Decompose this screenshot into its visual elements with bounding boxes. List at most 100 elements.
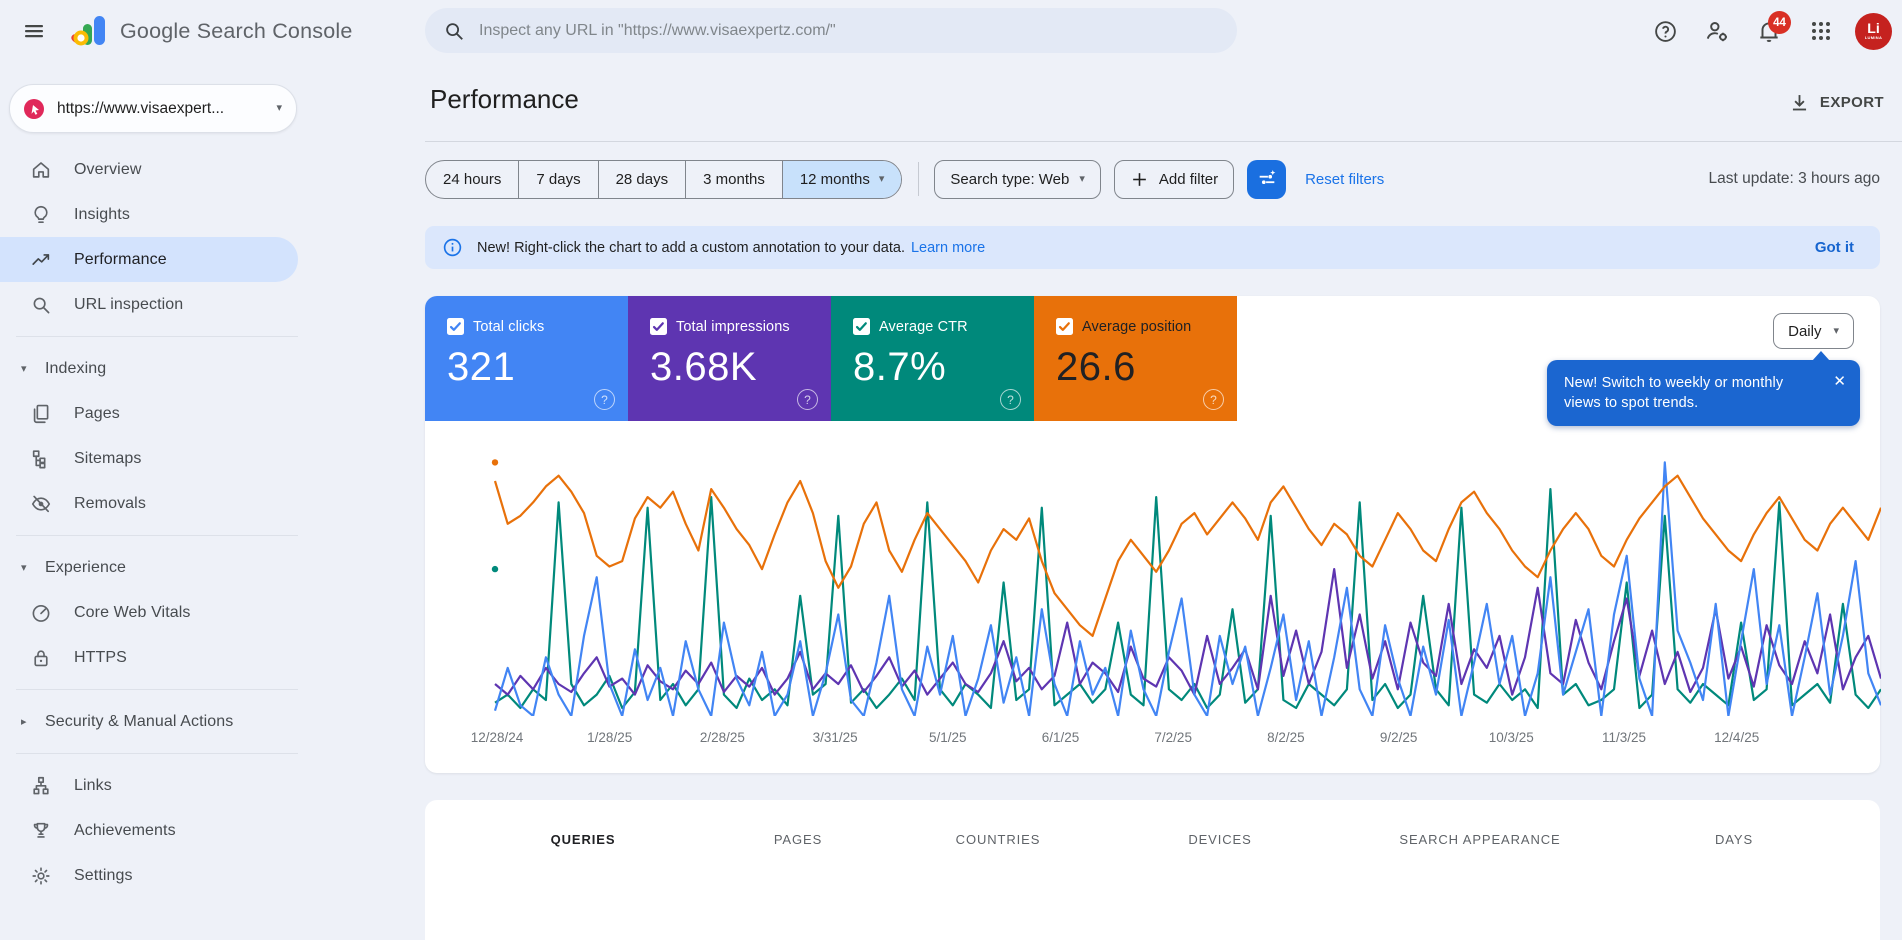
gauge-icon bbox=[32, 604, 50, 622]
date-range-3-months[interactable]: 3 months bbox=[685, 160, 782, 198]
property-selector[interactable]: https://www.visaexpert... ▾ bbox=[9, 84, 297, 133]
url-inspection-searchbox[interactable]: Inspect any URL in "https://www.visaexpe… bbox=[425, 8, 1237, 53]
property-favicon bbox=[24, 98, 44, 119]
x-axis-tick: 8/2/25 bbox=[1267, 730, 1305, 745]
notifications-button[interactable]: 44 bbox=[1747, 9, 1791, 53]
tab-pages[interactable]: PAGES bbox=[770, 824, 826, 855]
metric-card-total-impressions[interactable]: Total impressions 3.68K? bbox=[628, 296, 831, 421]
sidebar-item-label: Core Web Vitals bbox=[74, 603, 191, 621]
filter-row: 24 hours 7 days 28 days 3 months 12 months ▾ … bbox=[425, 159, 1880, 199]
granularity-selector[interactable]: Daily ▾ bbox=[1773, 313, 1854, 349]
sidebar-item-overview[interactable]: Overview bbox=[0, 147, 300, 192]
add-filter-button[interactable]: Add filter bbox=[1113, 159, 1235, 199]
tab-days[interactable]: DAYS bbox=[1711, 824, 1757, 855]
sidebar: https://www.visaexpert... ▾ Overview Insi… bbox=[0, 62, 300, 885]
sidebar-item-settings[interactable]: Settings bbox=[0, 853, 300, 898]
x-axis-tick: 12/28/24 bbox=[470, 730, 524, 745]
tab-queries[interactable]: QUERIES bbox=[547, 824, 620, 855]
plus-icon bbox=[1133, 172, 1146, 186]
metric-cards: Total clicks 321? Total impressions 3.68K? A… bbox=[425, 296, 1237, 421]
sidebar-item-label: HTTPS bbox=[74, 648, 127, 666]
chevron-down-icon: ▾ bbox=[878, 172, 885, 185]
search-type-filter[interactable]: Search type: Web ▾ bbox=[934, 159, 1101, 199]
lightbulb-icon bbox=[34, 205, 48, 223]
metric-value: 3.68K bbox=[650, 345, 758, 389]
sidebar-item-security-manual-actions[interactable]: ▸ Security & Manual Actions bbox=[0, 699, 300, 744]
metric-card-total-clicks[interactable]: Total clicks 321? bbox=[425, 296, 628, 421]
sidebar-item-insights[interactable]: Insights bbox=[0, 192, 300, 237]
x-axis-tick: 2/28/25 bbox=[699, 730, 745, 745]
tab-search-appearance[interactable]: SEARCH APPEARANCE bbox=[1395, 824, 1564, 855]
date-range-segmented-control: 24 hours 7 days 28 days 3 months 12 months ▾ bbox=[425, 159, 903, 199]
sidebar-divider bbox=[16, 336, 298, 337]
sidebar-item-label: Security & Manual Actions bbox=[45, 712, 234, 730]
product-title: Google Search Console bbox=[120, 18, 353, 43]
sidebar-item-pages[interactable]: Pages bbox=[0, 391, 300, 436]
performance-line-chart[interactable] bbox=[435, 449, 1881, 716]
gear-icon bbox=[32, 866, 50, 885]
checked-checkbox[interactable] bbox=[447, 318, 464, 335]
sidebar-item-links[interactable]: Links bbox=[0, 763, 300, 808]
metric-value: 26.6 bbox=[1056, 345, 1136, 389]
tooltip-close-icon[interactable]: ✕ bbox=[1833, 373, 1846, 413]
metric-label: Average CTR bbox=[879, 318, 968, 335]
smart-filters-button[interactable] bbox=[1247, 159, 1287, 199]
metric-help-icon[interactable]: ? bbox=[1000, 389, 1021, 410]
checked-checkbox[interactable] bbox=[1056, 318, 1073, 335]
date-range-24-hours[interactable]: 24 hours bbox=[426, 161, 518, 198]
reset-filters-link[interactable]: Reset filters bbox=[1305, 171, 1384, 188]
metric-card-average-ctr[interactable]: Average CTR 8.7%? bbox=[831, 296, 1034, 421]
sidebar-item-performance[interactable]: Performance bbox=[0, 237, 298, 282]
sidebar-item-label: Insights bbox=[74, 205, 130, 223]
x-axis-tick: 7/2/25 bbox=[1154, 730, 1192, 745]
date-range-7-days[interactable]: 7 days bbox=[518, 160, 597, 198]
chevron-down-icon: ▾ bbox=[1079, 172, 1085, 185]
metric-help-icon[interactable]: ? bbox=[594, 389, 615, 410]
metric-card-average-position[interactable]: Average position 26.6? bbox=[1034, 296, 1237, 421]
sidebar-item-label: URL inspection bbox=[74, 295, 184, 313]
help-icon bbox=[1654, 20, 1676, 42]
sidebar-item-removals[interactable]: Removals bbox=[0, 481, 300, 526]
x-axis-tick: 1/28/25 bbox=[587, 730, 633, 745]
sidebar-item-achievements[interactable]: Achievements bbox=[0, 808, 300, 853]
sidebar-item-indexing[interactable]: ▾ Indexing bbox=[0, 346, 300, 391]
x-axis-tick: 12/4/25 bbox=[1714, 730, 1760, 745]
got-it-button[interactable]: Got it bbox=[1815, 239, 1854, 256]
tab-devices[interactable]: DEVICES bbox=[1184, 824, 1255, 855]
sidebar-item-core-web-vitals[interactable]: Core Web Vitals bbox=[0, 590, 300, 635]
notification-count-badge: 44 bbox=[1768, 11, 1791, 34]
sidebar-item-label: Indexing bbox=[45, 359, 107, 377]
google-apps-button[interactable] bbox=[1799, 9, 1843, 53]
help-button[interactable] bbox=[1643, 9, 1687, 53]
x-axis-tick: 6/1/25 bbox=[1041, 730, 1080, 745]
sidebar-item-https[interactable]: HTTPS bbox=[0, 635, 300, 680]
trending-up-icon bbox=[32, 253, 50, 265]
metric-help-icon[interactable]: ? bbox=[797, 389, 818, 410]
date-range-28-days[interactable]: 28 days bbox=[597, 160, 686, 198]
lock-icon bbox=[34, 649, 48, 666]
account-avatar[interactable]: Li LUMINA bbox=[1855, 12, 1892, 50]
checked-checkbox[interactable] bbox=[650, 318, 667, 335]
sidebar-item-url-inspection[interactable]: URL inspection bbox=[0, 282, 300, 327]
sidebar-item-label: Achievements bbox=[74, 821, 176, 839]
hamburger-menu-icon[interactable] bbox=[12, 9, 56, 53]
metric-help-icon[interactable]: ? bbox=[1203, 389, 1224, 410]
sidebar-item-experience[interactable]: ▾ Experience bbox=[0, 545, 300, 590]
search-icon bbox=[33, 297, 50, 313]
checked-checkbox[interactable] bbox=[853, 318, 870, 335]
sidebar-item-label: Experience bbox=[45, 558, 127, 576]
page-title: Performance bbox=[430, 84, 579, 114]
annotation-dot bbox=[491, 459, 499, 466]
apps-grid-icon bbox=[1812, 22, 1830, 40]
tab-countries[interactable]: COUNTRIES bbox=[952, 824, 1045, 855]
x-axis-tick: 5/1/25 bbox=[929, 730, 967, 745]
user-settings-button[interactable] bbox=[1695, 9, 1739, 53]
date-range-12-months[interactable]: 12 months ▾ bbox=[781, 160, 902, 198]
sidebar-item-sitemaps[interactable]: Sitemaps bbox=[0, 436, 300, 481]
export-button[interactable]: EXPORT bbox=[1789, 92, 1884, 113]
sidebar-nav: Overview Insights Performance URL inspectio… bbox=[0, 147, 300, 898]
granularity-promo-tooltip: New! Switch to weekly or monthly views t… bbox=[1547, 351, 1860, 426]
tune-sparkle-icon bbox=[1259, 170, 1275, 185]
learn-more-link[interactable]: Learn more bbox=[911, 240, 985, 256]
sidebar-divider bbox=[16, 753, 298, 754]
